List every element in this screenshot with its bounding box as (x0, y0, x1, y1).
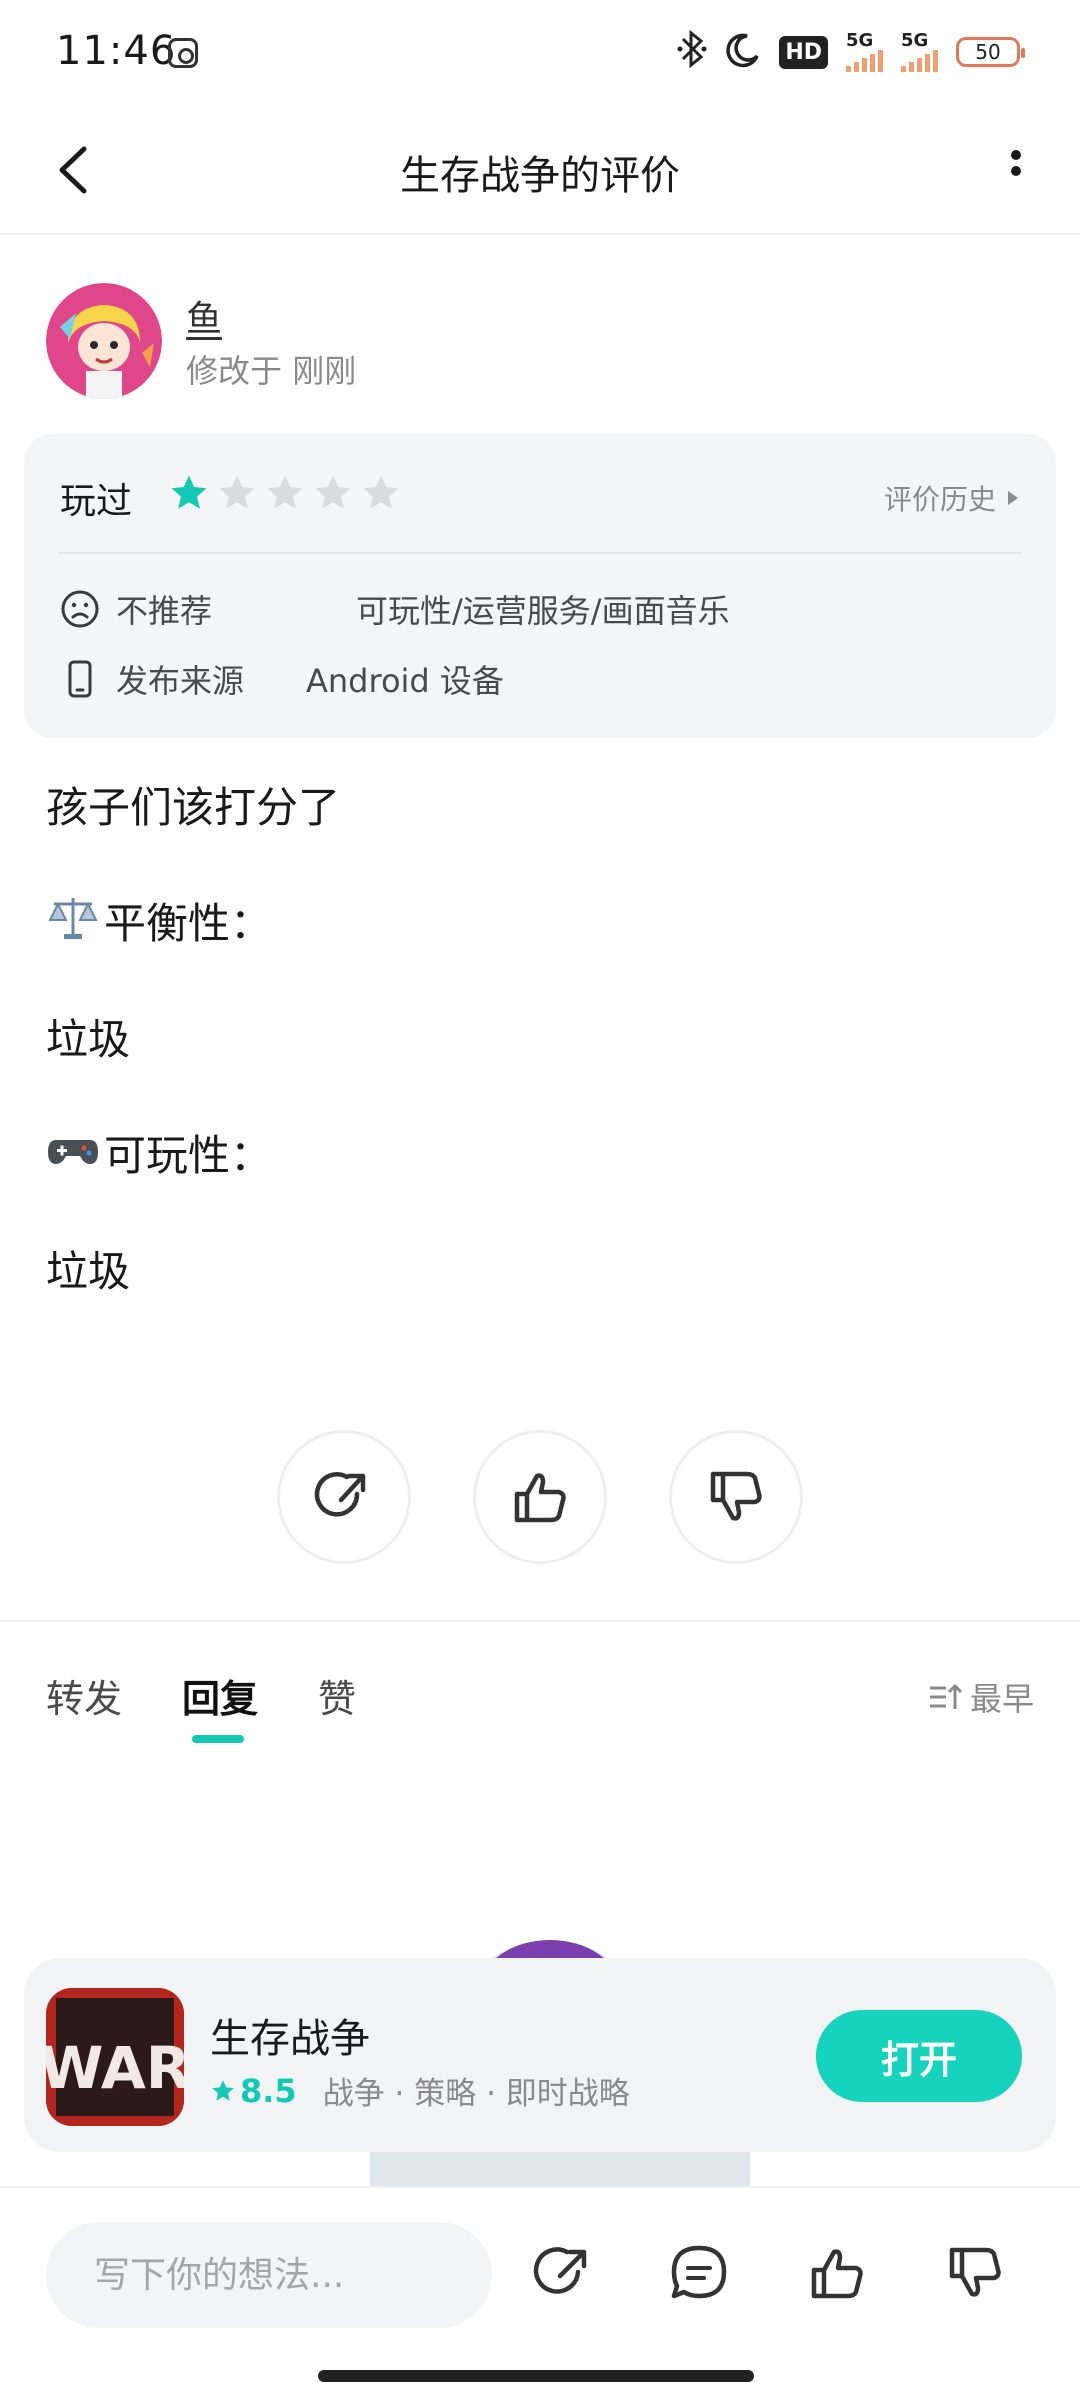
comment-icon[interactable] (666, 2240, 732, 2306)
open-app-button[interactable]: 打开 (816, 2010, 1022, 2102)
home-indicator[interactable] (318, 2370, 754, 2382)
review-body: 孩子们该打分了 平衡性： 垃圾 可玩性： 垃圾 (46, 774, 1036, 1354)
tab-forward[interactable]: 转发 (46, 1668, 122, 1723)
triangle-right-icon (1008, 491, 1018, 505)
signal-bars-icon (901, 50, 938, 72)
star-icon (212, 2079, 234, 2101)
star-icon-empty (267, 475, 303, 509)
interaction-tabs: 转发 回复 赞 (46, 1668, 356, 1743)
tab-like[interactable]: 赞 (318, 1668, 356, 1723)
author-name[interactable]: 鱼 (186, 290, 222, 342)
review-line: 平衡性： (46, 890, 1036, 1006)
thumbs-up-icon[interactable] (804, 2240, 870, 2306)
played-label: 玩过 (60, 481, 133, 522)
signal-bars-icon (846, 50, 883, 72)
rating-history-label: 评价历史 (883, 483, 996, 516)
rating-card: 玩过 评价历史 不推荐 可玩性/运营服务/画面音乐 发布来源 Android 设… (24, 434, 1056, 738)
review-actions (277, 1430, 803, 1564)
review-line: 孩子们该打分了 (46, 783, 341, 832)
star-icon-filled (171, 475, 207, 509)
page-title: 生存战争的评价 (400, 153, 680, 199)
battery-level: 50 (975, 40, 1001, 64)
source-label: 发布来源 (116, 662, 245, 700)
share-icon[interactable] (530, 2240, 596, 2306)
section-divider (0, 1620, 1080, 1622)
star-icon-empty (219, 475, 255, 509)
review-line: 垃圾 (46, 1247, 131, 1296)
status-time: 11:46 (56, 28, 177, 74)
app-name: 生存战争 (210, 2016, 370, 2062)
bottom-bar (0, 2186, 1080, 2401)
card-divider (58, 552, 1022, 554)
hd-voice-badge: HD (779, 35, 828, 69)
do-not-disturb-moon-icon (725, 32, 761, 72)
rating-history-link[interactable]: 评价历史 (884, 478, 1020, 518)
thumbs-down-icon[interactable] (942, 2240, 1008, 2306)
game-controller-icon (48, 1140, 98, 1164)
source-value: Android 设备 (306, 662, 504, 700)
balance-scale-icon (48, 898, 98, 939)
review-line-text: 平衡性： (104, 899, 273, 948)
battery-icon: 50 (956, 37, 1025, 67)
review-line-text: 可玩性： (104, 1131, 273, 1180)
share-icon (314, 1472, 366, 1517)
star-rating (168, 472, 402, 514)
top-header: 生存战争的评价 (0, 105, 1080, 235)
recommend-label: 不推荐 (116, 592, 213, 630)
app-tags: 战争 · 策略 · 即时战略 (322, 2076, 630, 2112)
thumbs-down-icon (710, 1471, 762, 1521)
comment-input[interactable] (46, 2222, 492, 2328)
sort-label: 最早 (969, 1680, 1034, 1718)
app-icon[interactable]: WAR (46, 1988, 184, 2126)
screen-recorder-icon (168, 38, 198, 68)
thumbs-up-icon (514, 1473, 566, 1523)
dislike-button[interactable] (669, 1430, 803, 1564)
status-icons: HD 5G 5G 50 (677, 29, 1025, 76)
avatar[interactable] (46, 283, 162, 399)
app-icon-text: WAR (46, 2034, 184, 2102)
sort-icon (929, 1683, 962, 1709)
bluetooth-icon (677, 29, 707, 76)
recommend-tags: 可玩性/运营服务/画面音乐 (356, 592, 730, 630)
sort-toggle[interactable]: 最早 (928, 1674, 1034, 1720)
recommend-row: 不推荐 可玩性/运营服务/画面音乐 (58, 586, 730, 632)
star-icon-empty (315, 475, 351, 509)
modified-prefix: 修改于 (186, 352, 283, 390)
more-vertical-icon[interactable] (996, 141, 1036, 201)
app-card[interactable]: WAR 生存战争 8.5 战争 · 策略 · 即时战略 打开 (24, 1958, 1056, 2152)
signal-5g-1: 5G (846, 32, 883, 72)
signal-5g-2: 5G (901, 32, 938, 72)
star-icon-empty (363, 475, 399, 509)
app-score: 8.5 (210, 2072, 297, 2110)
modified-time: 修改于 刚刚 (186, 346, 356, 392)
app-score-value: 8.5 (240, 2071, 297, 2110)
share-button[interactable] (277, 1430, 411, 1564)
status-bar: 11:46 HD 5G 5G 50 (0, 0, 1080, 105)
like-button[interactable] (473, 1430, 607, 1564)
source-row: 发布来源 Android 设备 (58, 656, 504, 702)
modified-value: 刚刚 (292, 352, 357, 390)
tab-reply[interactable]: 回复 (182, 1668, 258, 1743)
sad-face-icon (61, 590, 99, 628)
phone-icon (68, 660, 92, 698)
review-line: 可玩性： (46, 1122, 1036, 1238)
review-line: 垃圾 (46, 1015, 131, 1064)
app-meta: 8.5 战争 · 策略 · 即时战略 (210, 2068, 630, 2113)
